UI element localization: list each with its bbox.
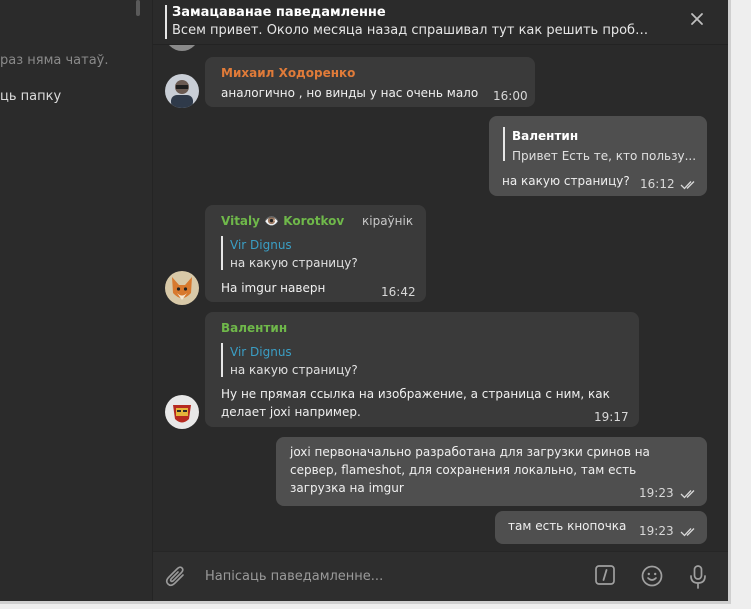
avatar[interactable] xyxy=(165,45,199,51)
reply-accent-bar xyxy=(503,127,505,161)
window-shadow-right xyxy=(728,0,731,603)
sender-first-name: Vitaly xyxy=(221,214,260,228)
message-text: на какую страницу? xyxy=(502,174,630,188)
message-bubble[interactable]: Михаил Ходоренко аналогично , но винды у… xyxy=(205,57,535,107)
message-time: 19:23 xyxy=(639,524,674,538)
eye-emoji-icon: 👁️ xyxy=(264,214,280,228)
message-time: 16:42 xyxy=(381,285,416,299)
reply-text: Привет Есть те, кто пользу... xyxy=(512,149,697,163)
bot-command-icon[interactable] xyxy=(594,564,616,586)
telegram-window: раз няма чатаў. ць папку Замацаванае пав… xyxy=(0,0,728,601)
reply-author[interactable]: Vir Dignus xyxy=(230,345,292,359)
message-sender[interactable]: Vitaly 👁️ Korotkov xyxy=(221,214,344,228)
pinned-title: Замацаванае паведамленне xyxy=(172,5,386,20)
double-check-icon xyxy=(680,490,695,499)
message-text: там есть кнопочка xyxy=(508,519,627,533)
pinned-message-bar[interactable]: Замацаванае паведамленне Всем привет. Ок… xyxy=(153,0,728,45)
avatar[interactable] xyxy=(165,271,199,305)
message-bubble[interactable]: Vitaly 👁️ Korotkov кіраўнік Vir Dignus н… xyxy=(205,205,426,302)
avatar[interactable] xyxy=(165,395,199,429)
message-bubble-outgoing[interactable]: Валентин Привет Есть те, кто пользу... н… xyxy=(489,116,707,196)
emoji-icon[interactable] xyxy=(640,564,664,588)
double-check-icon xyxy=(680,528,695,537)
desktop-background xyxy=(728,0,751,609)
message-time: 19:23 xyxy=(639,486,674,500)
message-sender[interactable]: Валентин xyxy=(221,321,287,335)
message-time: 16:00 xyxy=(493,89,528,103)
reply-accent-bar xyxy=(221,236,223,270)
avatar[interactable] xyxy=(165,74,199,108)
sender-last-name: Korotkov xyxy=(283,214,345,228)
sidebar-scrollbar[interactable] xyxy=(136,0,140,16)
microphone-icon[interactable] xyxy=(687,564,709,590)
window-shadow-bottom xyxy=(0,601,731,604)
pinned-text: Всем привет. Около месяца назад спрашива… xyxy=(172,23,652,38)
message-bubble-outgoing[interactable]: joxi первоначально разработана для загру… xyxy=(276,437,707,506)
message-bubble[interactable]: Валентин Vir Dignus на какую страницу? Н… xyxy=(205,312,639,427)
message-list[interactable]: Михаил Ходоренко аналогично , но винды у… xyxy=(153,45,728,551)
reply-author[interactable]: Vir Dignus xyxy=(230,238,292,252)
message-sender[interactable]: Михаил Ходоренко xyxy=(221,66,355,80)
message-text: аналогично , но винды у нас очень мало xyxy=(221,86,479,100)
pinned-accent-bar xyxy=(165,5,167,39)
message-time: 19:17 xyxy=(594,410,629,424)
reply-author: Валентин xyxy=(512,129,579,143)
reply-accent-bar xyxy=(221,343,223,377)
message-time: 16:12 xyxy=(640,177,675,191)
double-check-icon xyxy=(680,181,695,190)
message-text: Ну не прямая ссылка на изображение, а ст… xyxy=(221,387,610,419)
chat-list-sidebar: раз няма чатаў. ць папку xyxy=(0,0,153,601)
reply-text: на какую страницу? xyxy=(230,256,358,270)
message-text: joxi первоначально разработана для загру… xyxy=(290,445,650,495)
message-text: На imgur наверн xyxy=(221,281,326,295)
message-input[interactable]: Напісаць паведамленне... xyxy=(205,569,383,584)
reply-text: на какую страницу? xyxy=(230,363,358,377)
create-folder-link[interactable]: ць папку xyxy=(0,89,61,104)
message-composer: Напісаць паведамленне... xyxy=(153,551,728,601)
empty-chats-text: раз няма чатаў. xyxy=(0,53,109,68)
close-icon[interactable] xyxy=(689,11,705,27)
paperclip-icon[interactable] xyxy=(164,564,188,588)
message-bubble-outgoing[interactable]: там есть кнопочка 19:23 xyxy=(495,511,707,544)
admin-role-badge: кіраўнік xyxy=(362,214,414,228)
